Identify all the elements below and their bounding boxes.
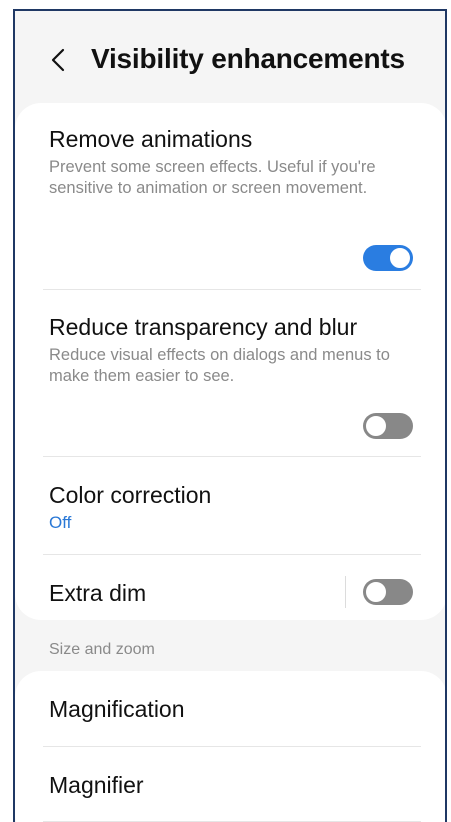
toggle-knob	[364, 580, 388, 604]
magnifier-item[interactable]: Magnifier	[49, 771, 421, 799]
item-title: Color correction	[49, 482, 212, 508]
screen-frame: Visibility enhancements Remove animation…	[13, 9, 447, 822]
toggle-knob	[364, 414, 388, 438]
item-description: Reduce visual effects on dialogs and men…	[49, 346, 390, 385]
magnification-item[interactable]: Magnification	[49, 695, 421, 723]
divider	[43, 456, 421, 457]
reduce-transparency-item[interactable]: Reduce transparency and blur Reduce visu…	[49, 313, 421, 387]
extra-dim-toggle[interactable]	[363, 579, 413, 605]
visibility-settings-card: Remove animations Prevent some screen ef…	[15, 103, 445, 620]
reduce-transparency-toggle[interactable]	[363, 413, 413, 439]
vertical-separator	[345, 576, 346, 608]
divider	[43, 554, 421, 555]
toggle-knob	[388, 246, 412, 270]
size-and-zoom-card: Magnification Magnifier	[15, 671, 445, 822]
remove-animations-item[interactable]: Remove animations Prevent some screen ef…	[49, 125, 421, 199]
item-title: Magnifier	[49, 772, 144, 798]
divider	[43, 746, 421, 747]
section-header-size-and-zoom: Size and zoom	[49, 641, 155, 658]
back-button[interactable]	[43, 45, 73, 75]
item-status: Off	[49, 513, 72, 532]
item-title: Remove animations	[49, 126, 253, 152]
page-title: Visibility enhancements	[91, 43, 405, 74]
chevron-left-icon	[51, 48, 65, 72]
app-header: Visibility enhancements	[15, 11, 445, 103]
divider	[43, 289, 421, 290]
item-description: Prevent some screen effects. Useful if y…	[49, 158, 376, 197]
item-title: Magnification	[49, 696, 185, 722]
color-correction-item[interactable]: Color correction Off	[49, 481, 421, 534]
remove-animations-toggle[interactable]	[363, 245, 413, 271]
item-title: Reduce transparency and blur	[49, 314, 358, 340]
